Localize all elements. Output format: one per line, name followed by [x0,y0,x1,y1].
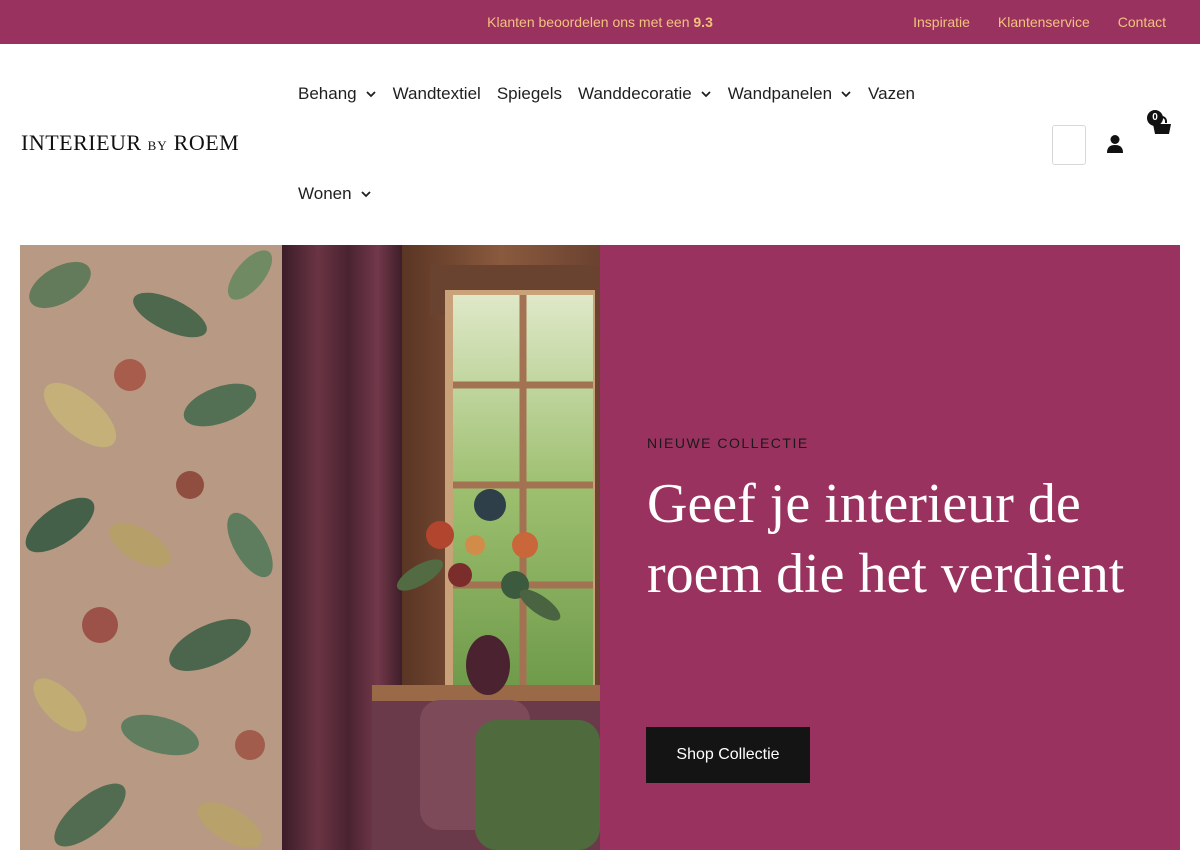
nav-item-label: Behang [298,84,357,103]
rating-text: Klanten beoordelen ons met een [487,14,694,30]
cart-count-badge: 0 [1147,110,1163,126]
account-icon[interactable] [1106,134,1124,154]
nav-item-wandpanelen[interactable]: Wandpanelen [728,84,852,104]
nav-item-vazen[interactable]: Vazen [868,84,915,104]
hero-text-panel: NIEUWE COLLECTIE Geef je interieur de ro… [600,245,1180,850]
header-tools: 0 [1052,110,1171,165]
nav-item-label: Wonen [298,184,352,203]
nav-row-2: Wonen [298,170,958,218]
chevron-down-icon [700,88,712,100]
nav-item-wonen[interactable]: Wonen [298,184,372,204]
top-link-klantenservice[interactable]: Klantenservice [998,14,1090,30]
logo-part-by: BY [147,138,168,153]
nav-item-spiegels[interactable]: Spiegels [497,84,562,104]
nav-item-label: Spiegels [496,84,563,103]
shop-collection-button[interactable]: Shop Collectie [646,727,810,783]
rating-score: 9.3 [693,14,713,30]
hero-eyebrow: NIEUWE COLLECTIE [647,435,809,451]
logo-part-roem: ROEM [173,130,240,155]
nav-item-label: Wandpanelen [727,84,833,103]
main-navigation: Behang Wandtextiel Spiegels Wanddecorati… [298,70,958,218]
nav-item-label: Vazen [868,84,915,103]
interior-photo [20,245,600,850]
nav-item-wanddecoratie[interactable]: Wanddecoratie [578,84,712,104]
nav-item-label: Wandtextiel [392,84,481,103]
cart-button[interactable]: 0 [1146,110,1172,140]
logo-part-interieur: INTERIEUR [21,130,142,155]
nav-item-behang[interactable]: Behang [298,84,377,104]
hero-headline: Geef je interieur de roem die het verdie… [647,473,1125,605]
top-bar: Klanten beoordelen ons met een 9.3 Inspi… [0,0,1200,44]
nav-item-label: Wanddecoratie [578,84,692,103]
nav-item-wandtextiel[interactable]: Wandtextiel [393,84,481,104]
hero-image [20,245,600,850]
site-logo[interactable]: INTERIEUR BY ROEM [21,130,239,156]
hero-section: NIEUWE COLLECTIE Geef je interieur de ro… [20,245,1180,850]
search-field[interactable] [1052,125,1086,165]
nav-row-1: Behang Wandtextiel Spiegels Wanddecorati… [298,70,958,118]
chevron-down-icon [360,188,372,200]
top-links: Inspiratie Klantenservice Contact [913,0,1166,44]
chevron-down-icon [840,88,852,100]
top-link-contact[interactable]: Contact [1118,14,1166,30]
chevron-down-icon [365,88,377,100]
top-link-inspiratie[interactable]: Inspiratie [913,14,970,30]
